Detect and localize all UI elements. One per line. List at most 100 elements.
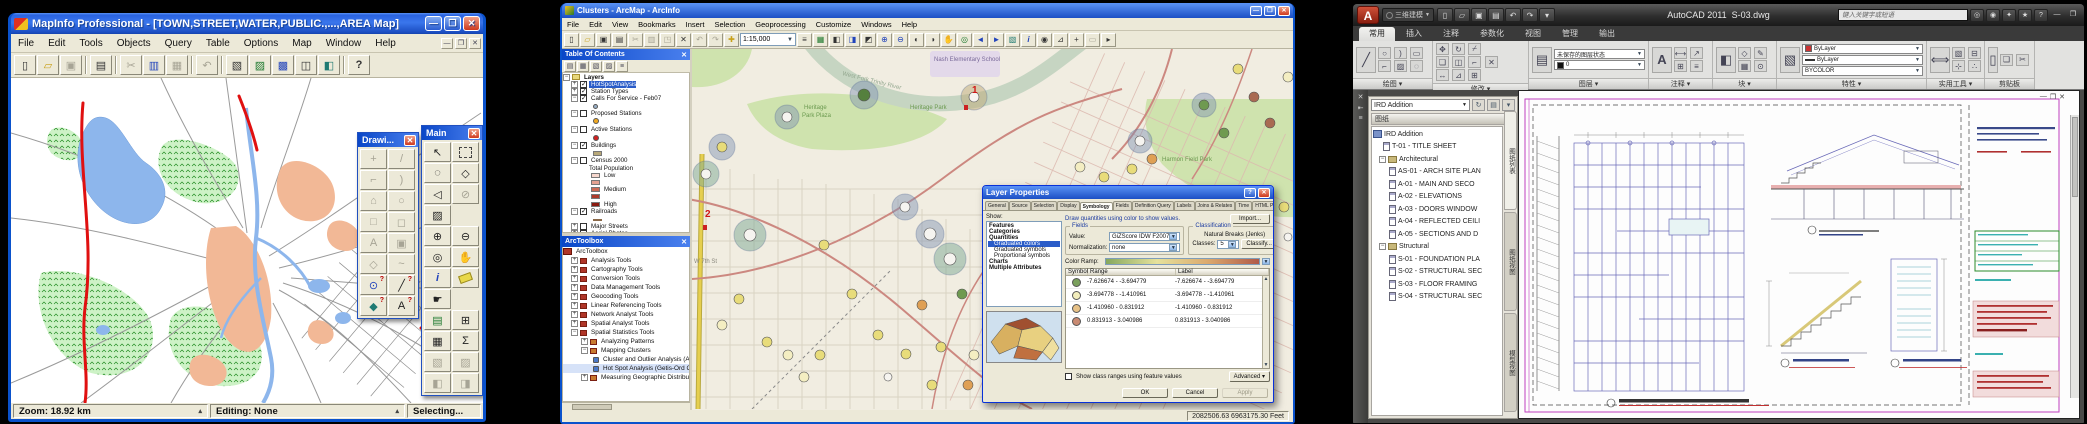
tab-sheet-views[interactable]: 图纸视图	[1504, 212, 1517, 311]
ok-button[interactable]: OK	[1122, 388, 1168, 398]
add-data-button[interactable]: ✚	[724, 33, 739, 47]
map-scale-combo[interactable]: 1:15,000▼	[740, 33, 796, 46]
ellipse-tool[interactable]: ○	[388, 191, 415, 211]
match-properties-icon[interactable]: ▧	[1780, 47, 1800, 73]
new-table-button[interactable]: ▯	[14, 55, 36, 75]
ribbon-tab-insert[interactable]: 插入	[1396, 27, 1432, 41]
sheet-item[interactable]: AS-01 - ARCH SITE PLAN	[1373, 166, 1501, 179]
new-browser-button[interactable]: ▧	[226, 55, 248, 75]
print-button[interactable]: ▤	[90, 55, 112, 75]
menu-help[interactable]: Help	[368, 36, 403, 51]
toc-header[interactable]: Table Of Contents ✕	[562, 49, 690, 60]
collapse-icon[interactable]: −	[571, 126, 578, 133]
viewer-button[interactable]: ▭	[1085, 33, 1100, 47]
arcmap-titlebar[interactable]: Clusters - ArcMap - ArcInfo — ❐ ✕	[562, 3, 1293, 18]
layer-checkbox[interactable]	[580, 142, 587, 149]
trim-tool-icon[interactable]: ⌿	[1468, 43, 1481, 55]
import-button[interactable]: Import...	[1230, 214, 1270, 224]
layer-state-combo[interactable]: 未保存的图层状态▼	[1554, 49, 1645, 59]
add-node-tool[interactable]: ~	[388, 254, 415, 274]
paste-button[interactable]: ▦	[166, 55, 188, 75]
xy-tool[interactable]: +	[1069, 33, 1084, 47]
delete-button[interactable]: ✕	[676, 33, 691, 47]
block-attributes-icon[interactable]: ▦	[1738, 60, 1751, 72]
list-by-source-button[interactable]: ▦	[577, 61, 589, 72]
erase-tool-icon[interactable]: ✕	[1485, 56, 1498, 68]
redistrict-button[interactable]: ◧	[318, 55, 340, 75]
measure-tool[interactable]: ⊿	[1053, 33, 1068, 47]
sheet-item[interactable]: T-01 - TITLE SHEET	[1373, 141, 1501, 154]
insert-block-icon[interactable]: ◧	[1716, 47, 1736, 73]
expand-icon[interactable]: +	[571, 275, 578, 282]
child-restore-button[interactable]: ❐	[455, 38, 467, 49]
leader-tool-icon[interactable]: ↗	[1690, 47, 1703, 59]
ssm-publish-icon[interactable]: ▤	[1487, 99, 1500, 111]
text-tool-icon[interactable]: A	[1652, 47, 1672, 73]
plot-button[interactable]: ▤	[1488, 8, 1504, 22]
application-menu-button[interactable]: A	[1357, 6, 1379, 24]
arctoolbox-header[interactable]: ArcToolbox ✕	[562, 236, 690, 247]
arctoolbox-button[interactable]: ◩	[861, 33, 876, 47]
expand-icon[interactable]: +	[581, 374, 588, 381]
collapse-icon[interactable]: −	[1379, 156, 1386, 163]
arctoolbox-close-icon[interactable]: ✕	[681, 238, 687, 246]
toolbox-item[interactable]: +Geocoding Tools	[563, 292, 689, 301]
expand-icon[interactable]: +	[571, 293, 578, 300]
close-button[interactable]: ✕	[463, 16, 480, 31]
back-extent-button[interactable]: ◄	[973, 33, 988, 47]
toc-options-button[interactable]: ≡	[616, 61, 628, 72]
tab-html-popup[interactable]: HTML Popup	[1252, 201, 1273, 210]
expand-icon[interactable]: +	[571, 257, 578, 264]
collapse-icon[interactable]: −	[563, 74, 570, 81]
layer-properties-icon[interactable]: ▤	[1532, 47, 1552, 73]
unselect-all-tool[interactable]: ⊘	[452, 184, 479, 204]
quick-select-icon[interactable]: ▧	[1952, 47, 1965, 59]
help-icon[interactable]: ?	[2034, 9, 2048, 22]
toc-close-icon[interactable]: ✕	[681, 51, 687, 59]
ssm-refresh-icon[interactable]: ↻	[1472, 99, 1485, 111]
menu-file[interactable]: File	[562, 19, 584, 30]
main-toolbar-close-icon[interactable]: ✕	[468, 128, 480, 139]
value-combo[interactable]: GiZScore IDW F2007▼	[1109, 232, 1180, 241]
zoom-out-tool[interactable]: ⊖	[893, 33, 908, 47]
ellipse-tool-icon[interactable]: ◌	[1410, 60, 1423, 72]
ribbon-tab-parametric[interactable]: 参数化	[1470, 27, 1514, 41]
marquee-select-tool[interactable]	[452, 142, 479, 162]
communication-center-icon[interactable]: ✦	[2002, 9, 2016, 22]
collapse-icon[interactable]: −	[571, 110, 578, 117]
menu-selection[interactable]: Selection	[709, 19, 750, 30]
layer-item[interactable]: + Major Streets	[563, 223, 689, 230]
clipboard-panel-label[interactable]: 剪贴板	[1985, 78, 2034, 89]
toolbox-item[interactable]: +Cartography Tools	[563, 265, 689, 274]
hatch-tool-icon[interactable]: ▨	[1394, 60, 1407, 72]
find-tool[interactable]: ◉	[1037, 33, 1052, 47]
menu-options[interactable]: Options	[237, 36, 285, 51]
block-panel-label[interactable]: 块▾	[1713, 78, 1776, 89]
layer-item[interactable]: − Calls For Service - Feb07	[563, 95, 689, 102]
tab-display[interactable]: Display	[1057, 201, 1079, 210]
sheet-item[interactable]: S-04 - STRUCTURAL SEC	[1373, 291, 1501, 304]
sheet-set-root[interactable]: IRD Addition	[1373, 128, 1501, 141]
expand-icon[interactable]: +	[571, 320, 578, 327]
ribbon-tab-manage[interactable]: 管理	[1552, 27, 1588, 41]
undo-button[interactable]: ↶	[692, 33, 707, 47]
redo-button[interactable]: ↷	[1522, 8, 1538, 22]
mirror-tool-icon[interactable]: ◫	[1452, 56, 1465, 68]
properties-panel-label[interactable]: 特性▾	[1777, 78, 1926, 89]
menu-windows[interactable]: Windows	[856, 19, 896, 30]
set-target-district-button[interactable]: ▧	[424, 352, 451, 372]
menu-tools[interactable]: Tools	[72, 36, 109, 51]
restore-button[interactable]: ❐	[2066, 9, 2080, 21]
expand-icon[interactable]: +	[571, 88, 578, 95]
scrollbar-thumb[interactable]	[2072, 117, 2078, 197]
line-tool[interactable]: /	[388, 149, 415, 169]
toolbox-item[interactable]: +Data Management Tools	[563, 283, 689, 292]
object-color-combo[interactable]: ByLayer▼	[1802, 44, 1923, 54]
point-style-icon[interactable]: ∴	[1968, 60, 1981, 72]
menu-file[interactable]: File	[11, 36, 41, 51]
sheet-item[interactable]: S-01 - FOUNDATION PLA	[1373, 253, 1501, 266]
canvas-vertical-scrollbar[interactable]	[2070, 115, 2079, 398]
layer-checkbox[interactable]	[580, 81, 587, 88]
tab-symbology[interactable]: Symbology	[1080, 202, 1113, 211]
sheet-group[interactable]: − Architectural	[1373, 153, 1501, 166]
